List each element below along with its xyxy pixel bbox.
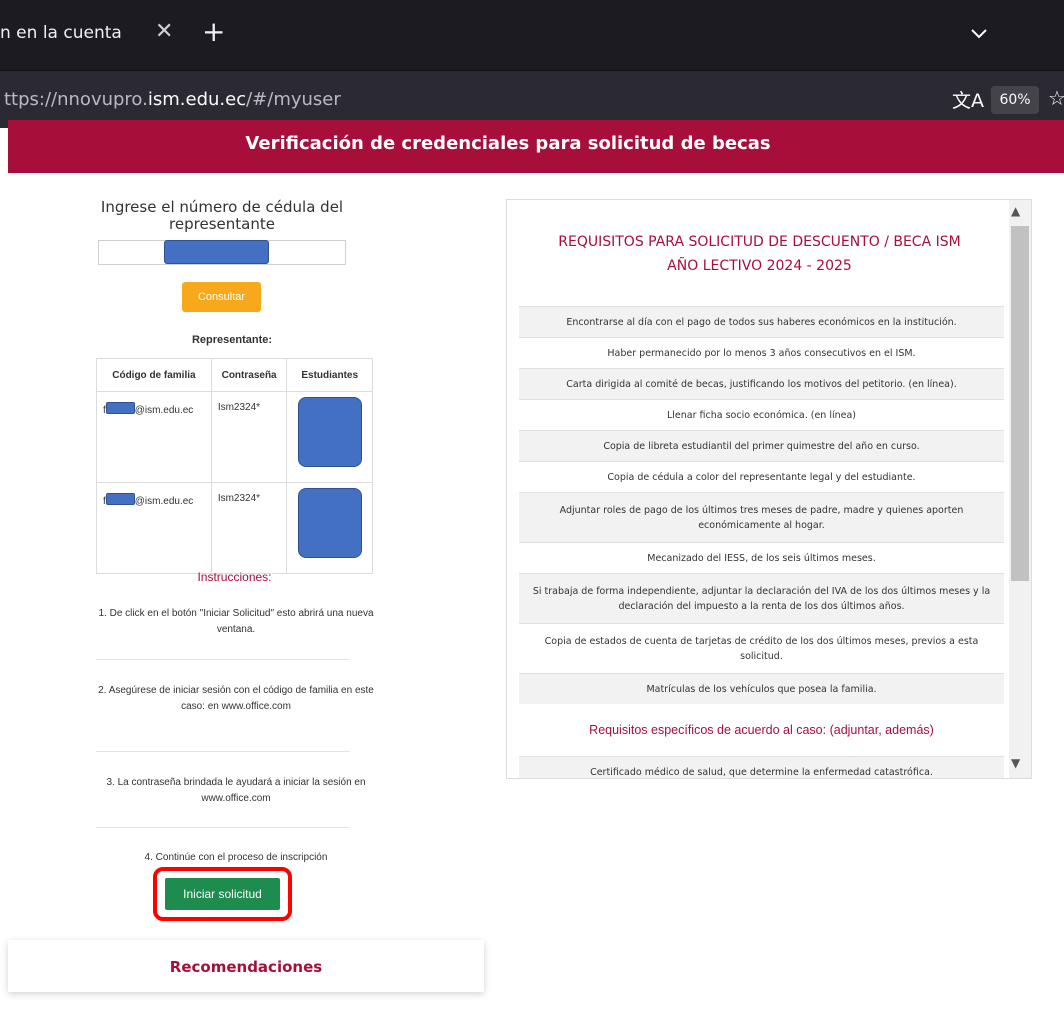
col-header-password: Contraseña — [210, 358, 288, 392]
list-item: Copia de libreta estudiantil del primer … — [519, 430, 1004, 461]
instruction-step-1: 1. De click en el botón "Iniciar Solicit… — [98, 608, 374, 635]
page-title: Verificación de credenciales para solici… — [245, 133, 771, 154]
address-field[interactable]: ttps://nnovupro.ism.edu.ec/#/myuser — [4, 89, 341, 110]
instruction-step-2: 2. Asegúrese de iniciar sesión con el có… — [98, 685, 374, 712]
redacted-cedula — [164, 240, 269, 264]
students-cell — [286, 482, 373, 574]
divider — [96, 659, 350, 660]
list-item: Haber permanecido por lo menos 3 años co… — [519, 337, 1004, 368]
scroll-up-icon[interactable]: ▲ — [1011, 204, 1020, 218]
password-cell: Ism2324* — [210, 391, 288, 483]
requirements-panel: REQUISITOS PARA SOLICITUD DE DESCUENTO /… — [506, 199, 1032, 779]
list-item: Copia de cédula a color del representant… — [519, 461, 1004, 492]
list-item: Llenar ficha socio económica. (en línea) — [519, 399, 1004, 430]
requirements-title-line1: REQUISITOS PARA SOLICITUD DE DESCUENTO /… — [558, 234, 961, 250]
translate-icon[interactable]: 文A — [952, 86, 984, 113]
family-code-suffix: @ism.edu.ec — [134, 496, 194, 507]
requirements-list: Encontrarse al día con el pago de todos … — [519, 306, 1004, 778]
students-cell — [286, 391, 373, 483]
list-item: Adjuntar roles de pago de los últimos tr… — [519, 492, 1004, 542]
scrollbar-thumb[interactable] — [1011, 226, 1029, 581]
list-item: Mecanizado del IESS, de los seis últimos… — [519, 542, 1004, 573]
list-item: Matrículas de los vehículos que posea la… — [519, 673, 1004, 704]
family-code-cell: f @ism.edu.ec — [96, 391, 212, 483]
close-icon[interactable]: ✕ — [155, 19, 173, 44]
start-request-button[interactable]: Iniciar solicitud — [165, 878, 280, 910]
representative-title: Representante: — [191, 334, 273, 346]
redacted-family-code — [105, 493, 135, 505]
specific-requirements-title: Requisitos específicos de acuerdo al cas… — [589, 723, 934, 737]
redacted-students — [297, 488, 362, 558]
divider — [96, 827, 350, 828]
family-code-cell: f @ism.edu.ec — [96, 482, 212, 574]
url-path: /#/myuser — [246, 89, 341, 110]
requirements-title-line2: AÑO LECTIVO 2024 - 2025 — [667, 258, 852, 274]
cedula-prompt: Ingrese el número de cédula del represen… — [100, 198, 344, 233]
instruction-step-3: 3. La contraseña brindada le ayudará a i… — [106, 777, 366, 804]
star-icon[interactable]: ☆ — [1048, 86, 1064, 110]
requirements-title: REQUISITOS PARA SOLICITUD DE DESCUENTO /… — [507, 230, 1012, 278]
recommendations-title[interactable]: Recomendaciones — [8, 958, 484, 976]
chevron-down-icon[interactable] — [964, 22, 994, 46]
table-row: f @ism.edu.ec Ism2324* — [96, 482, 373, 574]
redacted-students — [297, 397, 362, 467]
divider — [96, 751, 350, 752]
redacted-family-code — [105, 402, 135, 414]
list-item: Si trabaja de forma independiente, adjun… — [519, 573, 1004, 623]
family-code-suffix: @ism.edu.ec — [134, 405, 194, 416]
table-row: f @ism.edu.ec Ism2324* — [96, 391, 373, 483]
plus-icon[interactable]: + — [202, 15, 225, 48]
consultar-button[interactable]: Consultar — [182, 282, 261, 312]
instructions-title: Instrucciones: — [197, 570, 272, 584]
scroll-down-icon[interactable]: ▼ — [1011, 756, 1020, 770]
url-prefix: ttps://nnovupro. — [4, 89, 148, 110]
password-cell: Ism2324* — [210, 482, 288, 574]
list-item: Copia de estados de cuenta de tarjetas d… — [519, 623, 1004, 673]
tab-title[interactable]: n en la cuenta — [0, 23, 122, 43]
list-item: Carta dirigida al comité de becas, justi… — [519, 368, 1004, 399]
col-header-family-code: Código de familia — [96, 358, 212, 392]
list-item: Encontrarse al día con el pago de todos … — [519, 306, 1004, 337]
url-domain: ism.edu.ec — [147, 89, 247, 110]
list-item: Certificado médico de salud, que determi… — [519, 756, 1004, 778]
instruction-step-4: 4. Continúe con el proceso de inscripció… — [144, 852, 328, 863]
representative-table: Código de familia Contraseña Estudiantes… — [96, 358, 373, 574]
zoom-level-badge[interactable]: 60% — [991, 86, 1039, 114]
col-header-students: Estudiantes — [286, 358, 373, 392]
